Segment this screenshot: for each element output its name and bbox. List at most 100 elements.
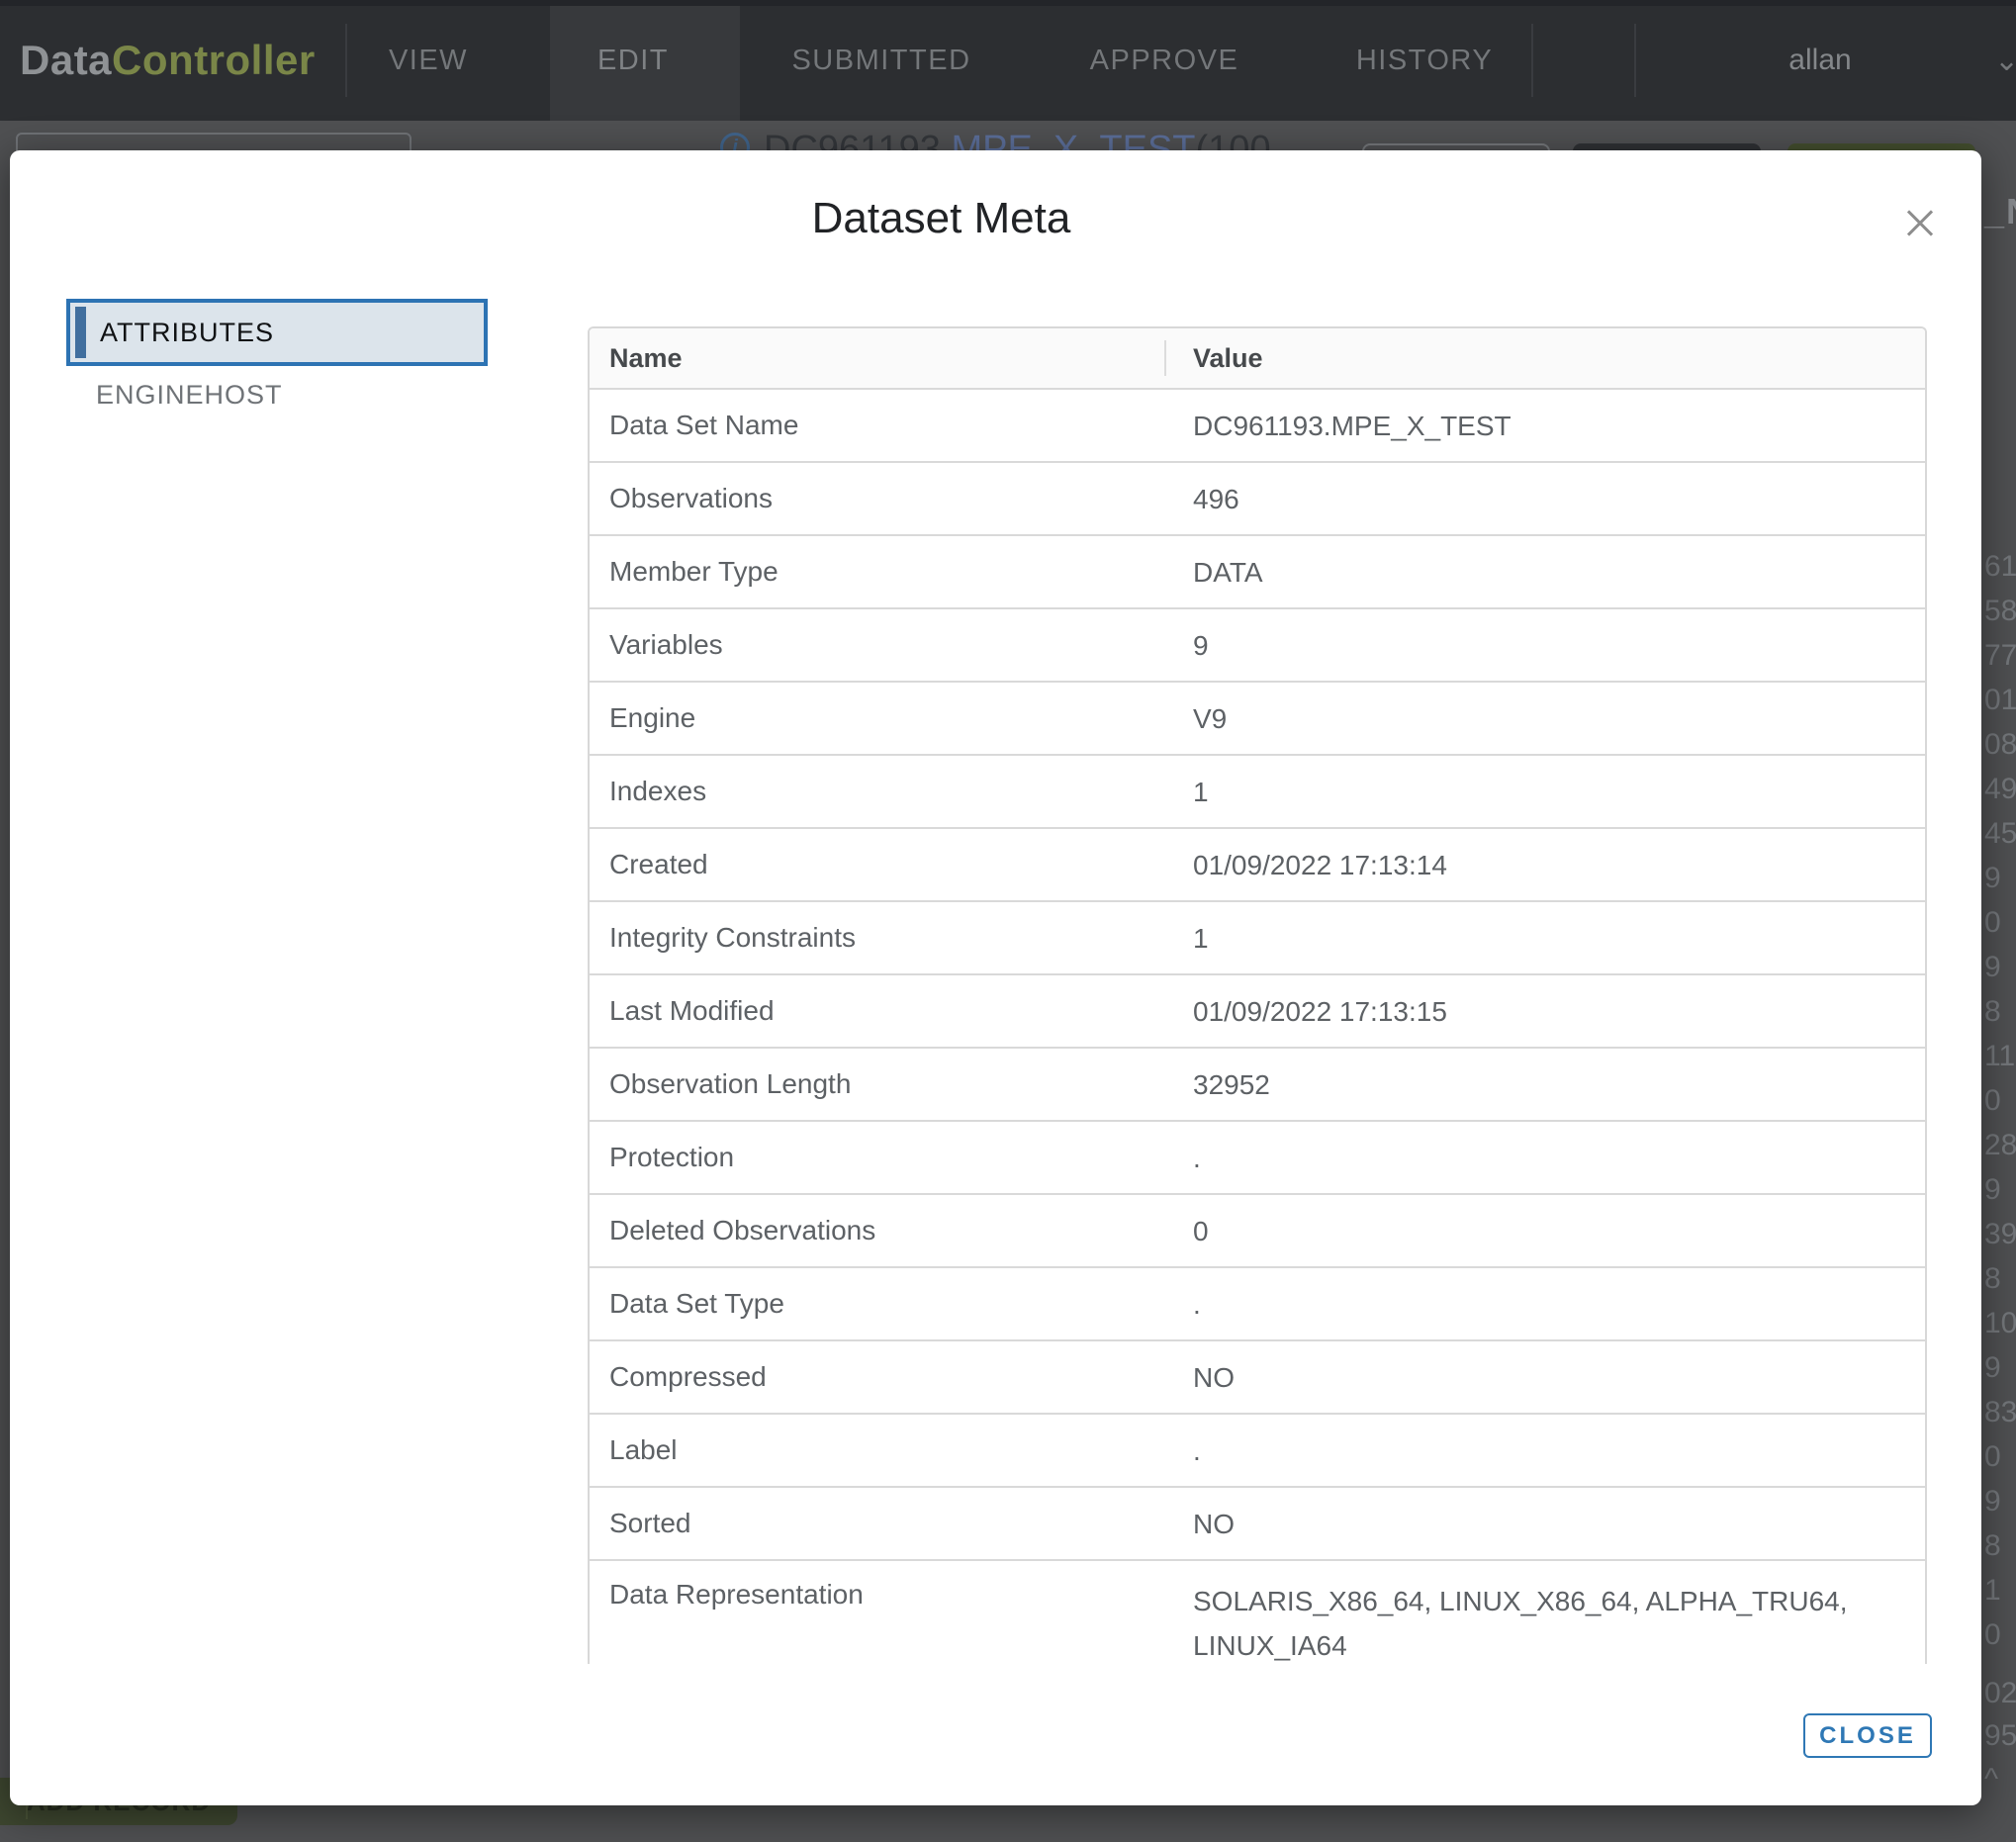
row-name: Data Set Name [590,390,1166,461]
bg-table-fragment: _N [1984,191,2016,232]
brand-part1: Data [20,37,112,84]
row-value: 01/09/2022 17:13:15 [1166,975,1925,1047]
user-caret-icon[interactable]: ⌄ [1994,0,2016,121]
table-row: Protection . [590,1120,1925,1193]
row-value: DATA [1166,536,1925,607]
dialog-title: Dataset Meta [10,194,1873,243]
meta-table-header: Name Value [590,328,1925,388]
row-value: 1 [1166,902,1925,973]
dataset-meta-dialog: Dataset Meta ATTRIBUTES ENGINEHOST Name … [10,150,1981,1805]
tab-attributes[interactable]: ATTRIBUTES [66,299,488,366]
screen: DataController VIEW EDIT SUBMITTED APPRO… [0,0,2016,1842]
row-name: Data Set Type [590,1268,1166,1339]
bg-table-fragment: ^ [1984,1763,1998,1796]
bg-table-fragment: 28 [1984,1129,2016,1162]
close-icon[interactable] [1905,209,1935,238]
bg-table-fragment: 0 [1984,906,2001,940]
row-name: Protection [590,1122,1166,1193]
row-value: . [1166,1122,1925,1193]
bg-table-fragment: 0 [1984,1084,2001,1118]
bg-table-fragment: 1 [1984,1574,2001,1608]
row-value: DC961193.MPE_X_TEST [1166,390,1925,461]
table-row: Integrity Constraints 1 [590,900,1925,973]
bg-table-fragment: 58 [1984,595,2016,628]
row-value: 9 [1166,609,1925,681]
top-nav: DataController VIEW EDIT SUBMITTED APPRO… [0,0,2016,121]
nav-tab-approve[interactable]: APPROVE [1090,0,1239,121]
row-value: 1 [1166,756,1925,827]
bg-table-fragment: 95 [1984,1719,2016,1753]
bg-table-fragment: 02 [1984,1677,2016,1710]
row-name: Label [590,1415,1166,1486]
row-value: V9 [1166,683,1925,754]
row-name: Engine [590,683,1166,754]
row-value: 01/09/2022 17:13:14 [1166,829,1925,900]
user-menu[interactable]: allan [1788,0,1851,121]
table-row: Observation Length 32952 [590,1047,1925,1120]
bg-table-fragment: 9 [1984,1351,2001,1385]
bg-table-fragment: 08 [1984,728,2016,762]
row-name: Member Type [590,536,1166,607]
row-value: 0 [1166,1195,1925,1266]
table-row: Compressed NO [590,1339,1925,1413]
row-name: Integrity Constraints [590,902,1166,973]
tab-attributes-label: ATTRIBUTES [100,318,274,348]
meta-table: Name Value Data Set Name DC961193.MPE_X_… [588,326,1927,1664]
row-name: Observation Length [590,1049,1166,1120]
bg-table-fragment: 61 [1984,550,2016,584]
column-header-name: Name [590,328,1166,388]
bg-table-fragment: 01 [1984,684,2016,717]
bg-table-fragment: 8 [1984,1262,2001,1296]
table-row: Deleted Observations 0 [590,1193,1925,1266]
table-row: Data Representation SOLARIS_X86_64, LINU… [590,1559,1925,1664]
row-name: Compressed [590,1341,1166,1413]
bg-table-fragment: 49 [1984,773,2016,806]
bg-table-fragment: 9 [1984,1485,2001,1519]
nav-divider [345,24,347,97]
table-row: Sorted NO [590,1486,1925,1559]
brand-part2: Controller [112,37,316,84]
meta-table-body: Data Set Name DC961193.MPE_X_TEST Observ… [590,388,1925,1664]
bg-table-fragment: 10 [1984,1307,2016,1340]
bg-table-fragment: 83 [1984,1396,2016,1429]
brand-logo[interactable]: DataController [20,0,316,121]
nav-divider [1634,24,1636,97]
table-row: Data Set Name DC961193.MPE_X_TEST [590,388,1925,461]
bg-table-fragment: 8 [1984,1529,2001,1563]
bg-table-fragment: 0 [1984,1618,2001,1652]
table-row: Variables 9 [590,607,1925,681]
bg-table-fragment: 9 [1984,1173,2001,1207]
tab-enginehost[interactable]: ENGINEHOST [96,378,283,412]
row-value: 32952 [1166,1049,1925,1120]
nav-tab-submitted[interactable]: SUBMITTED [791,0,970,121]
bg-table-fragment: 45 [1984,817,2016,851]
table-row: Engine V9 [590,681,1925,754]
nav-tab-view[interactable]: VIEW [389,0,468,121]
bg-table-fragment: 9 [1984,862,2001,895]
row-value: SOLARIS_X86_64, LINUX_X86_64, ALPHA_TRU6… [1166,1561,1925,1664]
row-value: NO [1166,1341,1925,1413]
bg-table-fragment: 77 [1984,639,2016,673]
table-row: Created 01/09/2022 17:13:14 [590,827,1925,900]
row-name: Observations [590,463,1166,534]
row-name: Deleted Observations [590,1195,1166,1266]
table-row: Data Set Type . [590,1266,1925,1339]
bg-table-fragment: 39 [1984,1218,2016,1251]
row-name: Sorted [590,1488,1166,1559]
table-row: Label . [590,1413,1925,1486]
bg-table-fragment: 11 [1984,1040,2015,1073]
row-name: Data Representation [590,1561,1166,1611]
row-name: Variables [590,609,1166,681]
table-row: Last Modified 01/09/2022 17:13:15 [590,973,1925,1047]
nav-divider [1531,24,1533,97]
bg-table-fragment: 9 [1984,951,2001,984]
row-value: . [1166,1268,1925,1339]
row-value: 496 [1166,463,1925,534]
nav-tab-history[interactable]: HISTORY [1356,0,1493,121]
bg-table-fragment: 0 [1984,1440,2001,1474]
table-row: Indexes 1 [590,754,1925,827]
close-button[interactable]: CLOSE [1803,1713,1932,1758]
nav-tab-edit[interactable]: EDIT [597,0,669,121]
row-value: NO [1166,1488,1925,1559]
bg-table-fragment: 8 [1984,995,2001,1029]
